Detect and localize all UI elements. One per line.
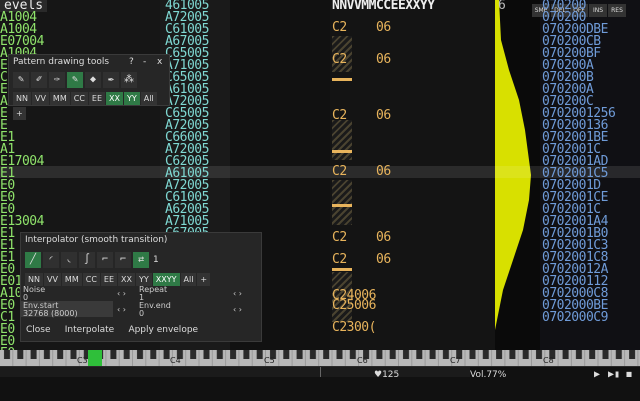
octave-label: C7 [450,356,461,365]
pattern-drawing-tools-panel: Pattern drawing tools ? - x ✎ ✐ ✑ ✎ ◆ ✒ ⁂ NN VV… [8,54,170,120]
fill-icon[interactable]: ✑ [49,72,65,88]
tool-row: ✎ ✐ ✑ ✎ ◆ ✒ ⁂ [13,71,139,88]
param-button-nn[interactable]: NN [13,92,31,105]
track-volume[interactable]: 06 [376,253,391,266]
bpm-display[interactable]: ♥125 [374,370,399,380]
param-button-mm[interactable]: MM [61,273,82,286]
curve-count: 1 [153,255,159,265]
track-volume[interactable]: 06 [376,53,391,66]
playhead-marker [320,367,321,377]
interpolate-button[interactable]: Interpolate [62,324,117,337]
play-pattern-icon[interactable]: ▶▮ [608,369,620,380]
line-tool-icon[interactable]: ✎ [67,72,83,88]
octave-label: C3 [77,356,88,365]
smudge-icon[interactable]: ✒ [103,72,119,88]
step-curve-icon[interactable]: ⌐ [97,252,113,268]
note-hatch [332,120,352,160]
stop-icon[interactable]: ◼ [626,369,632,380]
note-off-bar [332,268,352,271]
param-button-xx[interactable]: XX [106,92,123,105]
track-header: NNVVMMCCEEXXYY [332,0,435,13]
note-hatch [332,180,352,225]
param-button-all[interactable]: All [140,92,157,105]
octave-label: C4 [170,356,181,365]
param-button-vv[interactable]: VV [43,273,61,286]
minimize-button[interactable]: - [143,57,146,67]
track-volume[interactable]: 06 [376,165,391,178]
pattern-panel-title: Pattern drawing tools [13,57,110,67]
track-note[interactable]: C2 [332,21,347,34]
env-end-stepper-icon[interactable]: ‹ › [233,305,242,314]
interpolator-title: Interpolator (smooth transition) [25,235,168,245]
pattern-param-buttons: NN VV MM CC EE XX YY All + [13,90,169,120]
status-bar: ♥125 Vol.77% ▶ ▶▮ ◼ [0,366,640,401]
param-button-plus[interactable]: + [13,107,26,120]
help-button[interactable]: ? [129,57,134,67]
track-note[interactable]: C2 [332,253,347,266]
note-off-bar [332,204,352,207]
param-button-cc[interactable]: CC [70,92,88,105]
pencil-icon[interactable]: ✎ [13,72,29,88]
ease-in-curve-icon[interactable]: ◟ [61,252,77,268]
track-note-row: C25006 [332,298,376,313]
swap-icon[interactable]: ⇄ [133,252,149,268]
param-button-all[interactable]: All [180,273,197,286]
track-header-number: 6 [498,0,506,13]
track-note[interactable]: C2 [332,165,347,178]
noise-stepper-icon[interactable]: ‹ › [117,289,126,298]
pattern-rows: 461005 A72005 C61005 A67005 C65005 A71005 C650… [165,0,209,252]
note-off-bar [332,150,352,153]
param-button-ee[interactable]: EE [100,273,118,286]
close-button[interactable]: Close [23,324,54,337]
repeat-stepper-icon[interactable]: ‹ › [233,289,242,298]
param-button-mm[interactable]: MM [49,92,70,105]
note-off-bar [332,78,352,81]
interp-param-buttons: NN VV MM CC EE XX YY XXYY All + [25,271,211,286]
action-buttons: Close Interpolate Apply envelope [23,321,202,337]
param-button-xx[interactable]: XX [118,273,135,286]
curve-tools: ╱ ◜ ◟ ∫ ⌐ ⌐ ⇄ 1 [25,251,159,268]
octave-label: C8 [543,356,554,365]
spray-icon[interactable]: ⁂ [121,72,137,88]
volume-display[interactable]: Vol.77% [470,370,506,380]
linear-curve-icon[interactable]: ╱ [25,252,41,268]
param-button-vv[interactable]: VV [31,92,49,105]
param-button-ee[interactable]: EE [88,92,106,105]
track-volume[interactable]: 06 [376,21,391,34]
apply-envelope-button[interactable]: Apply envelope [125,324,201,337]
brush-icon[interactable]: ✐ [31,72,47,88]
track-note[interactable]: C2 [332,109,347,122]
close-icon[interactable]: x [157,57,162,67]
param-button-cc[interactable]: CC [82,273,100,286]
track-volume[interactable]: 06 [376,231,391,244]
interpolator-panel: Interpolator (smooth transition) ╱ ◜ ◟ ∫ ⌐ ⌐ ⇄… [20,232,262,342]
env-end-value[interactable]: 0 [139,309,144,318]
reverse-curve-icon[interactable]: ⌐ [115,252,131,268]
play-icon[interactable]: ▶ [594,369,600,380]
param-button-yy[interactable]: YY [123,92,140,105]
env-start-value: 32768 (8000) [23,309,78,318]
octave-label: C5 [264,356,275,365]
param-button-plus[interactable]: + [197,273,211,286]
track-note[interactable]: C2 [332,231,347,244]
eraser-icon[interactable]: ◆ [85,72,101,88]
track-volume[interactable]: 06 [376,109,391,122]
data-row: 0702000C9 [542,310,608,324]
s-curve-icon[interactable]: ∫ [79,252,95,268]
track-note-row: C2300( [332,320,376,335]
octave-label: C6 [357,356,368,365]
sample-rows: 070200 070200 070200DBE 070200CB 070200BF 070… [542,0,640,324]
timeline-strip[interactable] [0,367,470,377]
track-note[interactable]: C2 [332,53,347,66]
env-start-stepper-icon[interactable]: ‹ › [117,305,126,314]
ease-curve-icon[interactable]: ◜ [43,252,59,268]
